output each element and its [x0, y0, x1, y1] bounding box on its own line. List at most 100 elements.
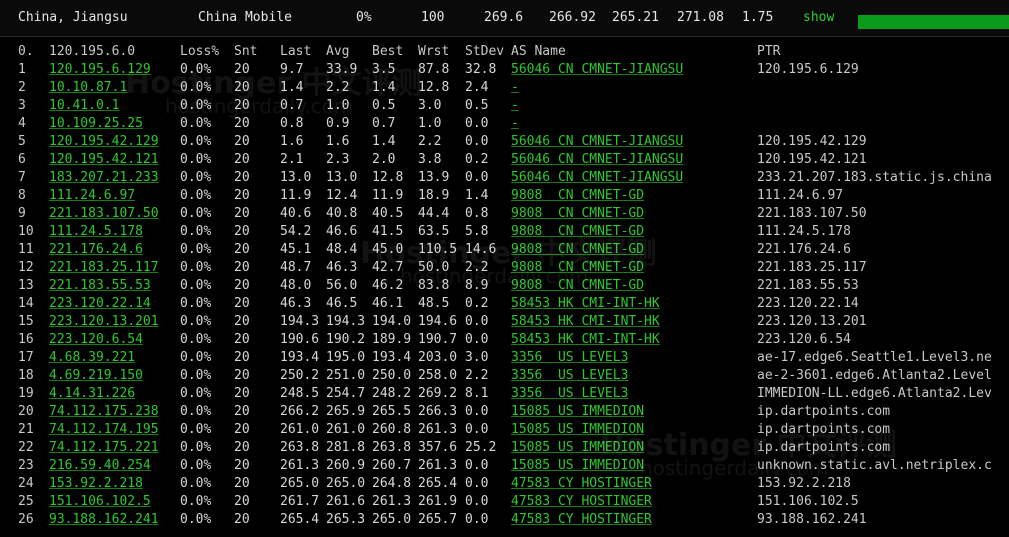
hop-host-link[interactable]: 183.207.21.233 [49, 170, 177, 185]
stdev-cell: 25.2 [465, 440, 497, 455]
as-name-link[interactable]: 15085 US IMMEDION [511, 404, 751, 419]
hop-host-link[interactable]: 120.195.42.121 [49, 152, 177, 167]
sent-cell: 20 [234, 224, 250, 239]
hop-host-link[interactable]: 216.59.40.254 [49, 458, 177, 473]
hop-host-link[interactable]: 221.176.24.6 [49, 242, 177, 257]
col-header-stdev: StDev [465, 44, 505, 59]
last-cell: 190.6 [280, 332, 320, 347]
avg-cell: 46.6 [326, 224, 358, 239]
hop-host-link[interactable]: 10.10.87.1 [49, 80, 177, 95]
hop-host-link[interactable]: 4.68.39.221 [49, 350, 177, 365]
worst-cell: 12.8 [418, 80, 450, 95]
as-name-link[interactable]: 56046 CN CMNET-JIANGSU [511, 170, 751, 185]
table-row: 21 74.112.174.195 0.0% 20 261.0 261.0 260.8 261… [0, 422, 1009, 440]
sent-cell: 20 [234, 260, 250, 275]
stdev-cell: 0.8 [465, 206, 489, 221]
col-header-snt: Snt [234, 44, 258, 59]
sent-cell: 20 [234, 62, 250, 77]
hop-host-link[interactable]: 4.69.219.150 [49, 368, 177, 383]
as-name-link[interactable]: 9808 CN CMNET-GD [511, 206, 751, 221]
table-row: 10 111.24.5.178 0.0% 20 54.2 46.6 41.5 63.5 5.8 9… [0, 224, 1009, 242]
ptr-cell: 221.176.24.6 [757, 242, 851, 257]
show-link[interactable]: show [803, 10, 834, 25]
avg-cell: 260.9 [326, 458, 366, 473]
best-cell: 41.5 [372, 224, 404, 239]
loss-cell: 0.0% [180, 512, 212, 527]
hop-host-link[interactable]: 10.41.0.1 [49, 98, 177, 113]
best-cell: 250.0 [372, 368, 412, 383]
hop-host-link[interactable]: 221.183.25.117 [49, 260, 177, 275]
stdev-cell: 0.0 [465, 476, 489, 491]
as-name-link[interactable]: 56046 CN CMNET-JIANGSU [511, 152, 751, 167]
hop-host-link[interactable]: 111.24.6.97 [49, 188, 177, 203]
as-name-link[interactable]: 9808 CN CMNET-GD [511, 260, 751, 275]
as-name-link[interactable]: 9808 CN CMNET-GD [511, 224, 751, 239]
table-row: 19 4.14.31.226 0.0% 20 248.5 254.7 248.2 269.2 8… [0, 386, 1009, 404]
as-name-link[interactable]: 56046 CN CMNET-JIANGSU [511, 62, 751, 77]
hop-host-link[interactable]: 153.92.2.218 [49, 476, 177, 491]
as-name-link[interactable]: 15085 US IMMEDION [511, 458, 751, 473]
value-4: 271.08 [677, 10, 724, 25]
hop-host-link[interactable]: 93.188.162.241 [49, 512, 177, 527]
hop-host-link[interactable]: 4.14.31.226 [49, 386, 177, 401]
avg-cell: 1.0 [326, 98, 350, 113]
hop-host-link[interactable]: 221.183.107.50 [49, 206, 177, 221]
as-name-link[interactable]: 3356 US LEVEL3 [511, 386, 751, 401]
as-name-link[interactable]: 3356 US LEVEL3 [511, 350, 751, 365]
as-name-link[interactable]: 9808 CN CMNET-GD [511, 188, 751, 203]
hop-index: 13 [18, 278, 34, 293]
loss-cell: 0.0% [180, 278, 212, 293]
stdev-cell: 0.2 [465, 152, 489, 167]
ptr-cell: 223.120.13.201 [757, 314, 867, 329]
best-cell: 265.0 [372, 512, 412, 527]
hop-host-link[interactable]: 223.120.22.14 [49, 296, 177, 311]
table-row: 23 216.59.40.254 0.0% 20 261.3 260.9 260.7 261.… [0, 458, 1009, 476]
hop-host-link[interactable]: 10.109.25.25 [49, 116, 177, 131]
hop-index: 26 [18, 512, 34, 527]
loss-cell: 0.0% [180, 206, 212, 221]
as-name-link[interactable]: 58453 HK CMI-INT-HK [511, 296, 751, 311]
avg-cell: 48.4 [326, 242, 358, 257]
hop-host-link[interactable]: 221.183.55.53 [49, 278, 177, 293]
last-cell: 54.2 [280, 224, 312, 239]
ptr-cell: ip.dartpoints.com [757, 404, 891, 419]
value-1: 269.6 [484, 10, 524, 25]
as-name-link[interactable]: 3356 US LEVEL3 [511, 368, 751, 383]
table-row: 15 223.120.13.201 0.0% 20 194.3 194.3 194.0 194… [0, 314, 1009, 332]
table-row: 8 111.24.6.97 0.0% 20 11.9 12.4 11.9 18.9 1.4 980… [0, 188, 1009, 206]
as-name-link[interactable]: 15085 US IMMEDION [511, 440, 751, 455]
worst-cell: 261.3 [418, 458, 458, 473]
avg-cell: 1.6 [326, 134, 350, 149]
worst-cell: 83.8 [418, 278, 450, 293]
stdev-cell: 0.0 [465, 458, 489, 473]
as-name-link[interactable]: 58453 HK CMI-INT-HK [511, 314, 751, 329]
as-name-link[interactable]: 47583 CY HOSTINGER [511, 476, 751, 491]
hop-host-link[interactable]: 151.106.102.5 [49, 494, 177, 509]
hop-host-link[interactable]: 74.112.175.221 [49, 440, 177, 455]
hop-host-link[interactable]: 74.112.174.195 [49, 422, 177, 437]
as-name-link[interactable]: 15085 US IMMEDION [511, 422, 751, 437]
last-cell: 48.7 [280, 260, 312, 275]
hop-host-link[interactable]: 74.112.175.238 [49, 404, 177, 419]
as-name-link[interactable]: 47583 CY HOSTINGER [511, 494, 751, 509]
best-cell: 2.0 [372, 152, 396, 167]
hop-host-link[interactable]: 223.120.13.201 [49, 314, 177, 329]
sent-cell: 20 [234, 350, 250, 365]
hop-host-link[interactable]: 223.120.6.54 [49, 332, 177, 347]
as-name-link[interactable]: 9808 CN CMNET-GD [511, 242, 751, 257]
sent-cell: 20 [234, 296, 250, 311]
hop-host-link[interactable]: 120.195.6.129 [49, 62, 177, 77]
ptr-cell: 221.183.25.117 [757, 260, 867, 275]
as-name-link[interactable]: 47583 CY HOSTINGER [511, 512, 751, 527]
col-header-wrst: Wrst [418, 44, 450, 59]
hop-host-link[interactable]: 111.24.5.178 [49, 224, 177, 239]
ptr-cell: unknown.static.avl.netriplex.c [757, 458, 992, 473]
as-name-link[interactable]: 56046 CN CMNET-JIANGSU [511, 134, 751, 149]
ptr-cell: IMMEDION-LL.edge6.Atlanta2.Lev [757, 386, 992, 401]
hop-index: 20 [18, 404, 34, 419]
loss-cell: 0.0% [180, 170, 212, 185]
as-name-link[interactable]: 9808 CN CMNET-GD [511, 278, 751, 293]
hop-host-link[interactable]: 120.195.42.129 [49, 134, 177, 149]
as-name-link[interactable]: 58453 HK CMI-INT-HK [511, 332, 751, 347]
table-row: 14 223.120.22.14 0.0% 20 46.3 46.5 46.1 48.5 0.2… [0, 296, 1009, 314]
